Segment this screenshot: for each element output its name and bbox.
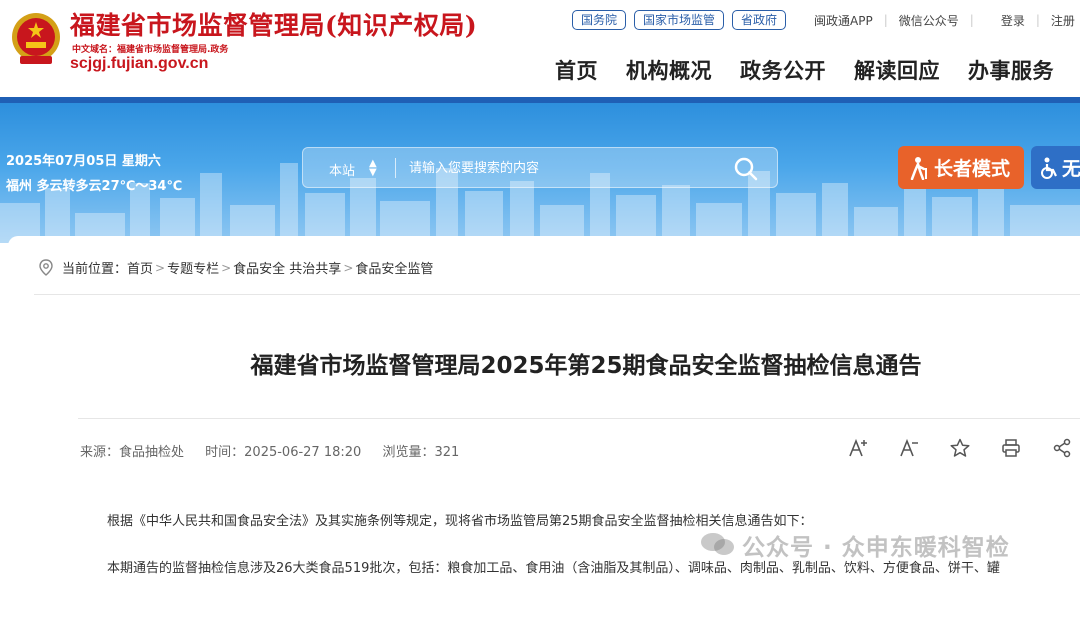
search-bar: 本站 ▲ ▼ xyxy=(302,147,778,188)
divider: | xyxy=(969,13,974,27)
link-provincial-gov[interactable]: 省政府 xyxy=(732,10,787,30)
breadcrumb: 当前位置： 首页 > 专题专栏 > 食品安全 共治共享 > 食品安全监管 xyxy=(38,258,433,277)
search-icon[interactable] xyxy=(733,156,759,182)
font-increase-icon[interactable] xyxy=(848,438,868,458)
chevron-right-icon: > xyxy=(221,260,232,275)
chevron-right-icon: > xyxy=(155,260,166,275)
national-emblem-icon xyxy=(12,13,60,64)
watermark-text: 公众号 · 众申东暖科智检 xyxy=(742,535,1010,561)
link-state-council[interactable]: 国务院 xyxy=(572,10,627,30)
login-link[interactable]: 登录 xyxy=(1001,12,1025,29)
register-link[interactable]: 注册 xyxy=(1051,12,1075,29)
link-wechat[interactable]: 微信公众号 xyxy=(899,12,959,29)
nav-gov-affairs[interactable]: 政务公开 xyxy=(740,55,826,85)
link-mzt-app[interactable]: 闽政通APP xyxy=(814,12,873,29)
divider: | xyxy=(1035,13,1040,27)
nav-services[interactable]: 办事服务 xyxy=(968,55,1054,85)
banner: 2025年07月05日 星期六 福州 多云转多云27℃～34℃ 本站 ▲▼ 长者… xyxy=(0,103,1080,243)
site-header: 福建省市场监督管理局(知识产权局) 中文域名：福建省市场监督管理局.政务 scj… xyxy=(0,0,1080,97)
location-pin-icon xyxy=(39,258,53,276)
search-scope-select[interactable]: 本站 xyxy=(329,160,355,179)
article-meta: 来源：食品抽检处 时间：2025-06-27 18:20 浏览量：321 xyxy=(80,441,476,460)
search-input[interactable] xyxy=(409,157,709,179)
site-domain: scjgj.fujian.gov.cn xyxy=(70,55,209,72)
divider xyxy=(395,158,396,178)
star-icon[interactable] xyxy=(950,438,970,458)
chevron-right-icon: > xyxy=(343,260,354,275)
accessibility-label: 无 xyxy=(1062,158,1080,180)
link-samr[interactable]: 国家市场监管 xyxy=(634,10,725,30)
wheelchair-icon xyxy=(1041,157,1057,179)
accessibility-button[interactable]: 无 xyxy=(1031,146,1080,189)
article-views: 浏览量：321 xyxy=(382,445,460,460)
top-links: 国务院 国家市场监管 省政府 闽政通APP | 微信公众号 | 登录 | 注册 xyxy=(572,10,1075,30)
article-paragraph: 根据《中华人民共和国食品安全法》及其实施条例等规定，现将省市场监管局第25期食品… xyxy=(107,514,813,529)
site-title[interactable]: 福建省市场监督管理局(知识产权局) xyxy=(70,6,477,42)
nav-interpretation[interactable]: 解读回应 xyxy=(854,55,940,85)
elder-mode-button[interactable]: 长者模式 xyxy=(898,146,1024,189)
article-tools xyxy=(848,438,1080,458)
font-decrease-icon[interactable] xyxy=(899,438,919,458)
divider xyxy=(78,418,1080,419)
updown-arrow-icon[interactable]: ▲ ▼ xyxy=(369,159,377,178)
divider: | xyxy=(883,13,888,27)
main-nav: 首页 机构概况 政务公开 解读回应 办事服务 xyxy=(555,55,1080,85)
breadcrumb-home[interactable]: 首页 xyxy=(127,258,153,277)
article-time: 时间：2025-06-27 18:20 xyxy=(205,445,362,460)
nav-home[interactable]: 首页 xyxy=(555,55,598,85)
weather-info: 福州 多云转多云27℃～34℃ xyxy=(6,179,183,194)
elder-mode-label: 长者模式 xyxy=(934,158,1011,180)
article-title: 福建省市场监督管理局2025年第25期食品安全监督抽检信息通告 xyxy=(250,353,922,379)
breadcrumb-prefix: 当前位置： xyxy=(62,262,128,277)
nav-about[interactable]: 机构概况 xyxy=(626,55,712,85)
wechat-icon xyxy=(701,533,734,555)
breadcrumb-topics[interactable]: 专题专栏 xyxy=(167,258,219,277)
elder-person-icon xyxy=(910,156,927,180)
print-icon[interactable] xyxy=(1001,438,1021,458)
share-icon[interactable] xyxy=(1052,438,1072,458)
content-card: 当前位置： 首页 > 专题专栏 > 食品安全 共治共享 > 食品安全监管 福建省… xyxy=(8,236,1080,636)
divider xyxy=(34,294,1080,295)
current-date: 2025年07月05日 星期六 xyxy=(6,154,161,169)
breadcrumb-supervision[interactable]: 食品安全监管 xyxy=(355,258,433,277)
breadcrumb-food-safety[interactable]: 食品安全 共治共享 xyxy=(233,258,341,277)
article-source: 来源：食品抽检处 xyxy=(80,445,185,460)
chinese-domain: 中文域名：福建省市场监督管理局.政务 xyxy=(72,45,229,55)
